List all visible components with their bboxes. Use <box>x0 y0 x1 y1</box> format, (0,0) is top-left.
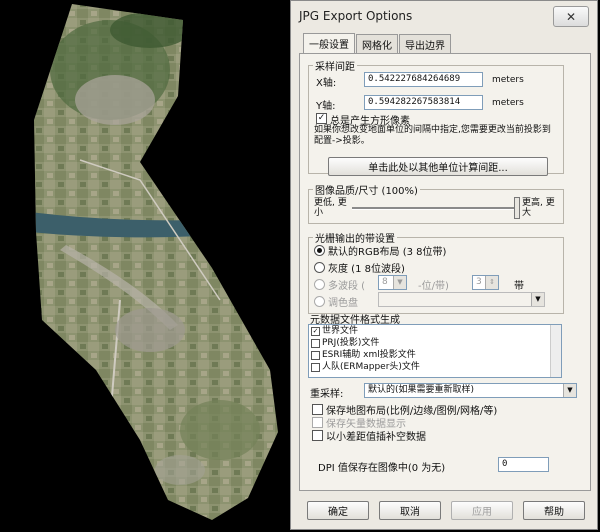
band-count-value: 3 <box>476 277 482 287</box>
metadata-file-list[interactable]: ✓ 世界文件 PRJ(投影)文件 ESRI辅助 xml投影文件 人队(ERMap… <box>308 324 562 378</box>
list-item[interactable]: ESRI辅助 xml投影文件 <box>309 349 561 361</box>
spinner-arrows-icon: ⇕ <box>485 276 498 289</box>
resample-select[interactable]: 默认的(如果需要重新取样) ▼ <box>364 383 577 398</box>
list-item-label: ESRI辅助 xml投影文件 <box>322 350 416 360</box>
cancel-button[interactable]: 取消 <box>379 501 441 520</box>
help-button[interactable]: 帮助 <box>523 501 585 520</box>
list-item-label: 世界文件 <box>322 326 359 336</box>
chevron-down-icon: ▼ <box>393 276 406 289</box>
radio-grayscale-label: 灰度 (1 8位波段) <box>328 264 405 275</box>
imagery-footprint <box>34 4 278 520</box>
dpi-input[interactable]: 0 <box>498 457 549 472</box>
world-file-checkbox[interactable]: ✓ <box>311 326 320 336</box>
list-item-label: PRJ(投影)文件 <box>322 338 380 348</box>
save-map-layout-checkbox[interactable] <box>312 404 323 415</box>
fill-gaps-label: 以小差距值插补空数据 <box>326 432 426 443</box>
radio-multiband-label: 多波段 ( <box>328 281 366 292</box>
fill-gaps-checkbox[interactable] <box>312 430 323 441</box>
quality-slider-track <box>352 207 516 210</box>
quality-legend: 图像品质/尺寸 (100%) <box>315 186 418 197</box>
tab-general[interactable]: 一般设置 <box>303 33 355 55</box>
apply-button[interactable]: 应用 <box>451 501 513 520</box>
radio-palette[interactable] <box>314 296 325 307</box>
list-item[interactable]: 人队(ERMapper头)文件 <box>309 361 561 373</box>
jpg-export-options-dialog: JPG Export Options ✕ 一般设置 网格化 导出边界 采样间距 … <box>290 0 598 530</box>
ok-button[interactable]: 确定 <box>307 501 369 520</box>
ermapper-header-checkbox[interactable] <box>311 362 320 372</box>
x-spacing-unit: meters <box>492 75 524 85</box>
bits-per-band-value: 8 <box>382 277 388 287</box>
resample-value: 默认的(如果需要重新取样) <box>368 385 475 395</box>
y-spacing-unit: meters <box>492 98 524 108</box>
radio-grayscale[interactable] <box>314 262 325 273</box>
band-count-spinner[interactable]: 3 ⇕ <box>472 275 499 290</box>
chevron-down-icon: ▼ <box>531 293 544 306</box>
y-spacing-input[interactable]: 0.594282267583814 <box>364 95 483 110</box>
close-icon: ✕ <box>565 9 577 24</box>
square-pixels-checkbox[interactable]: ✓ <box>316 113 327 124</box>
dpi-label: DPI 值保存在图像中(0 为无) <box>318 463 446 474</box>
palette-select[interactable]: ▼ <box>378 292 545 307</box>
radio-multiband[interactable] <box>314 279 325 290</box>
list-item[interactable]: ✓ 世界文件 <box>309 325 561 337</box>
resample-label: 重采样: <box>310 389 344 400</box>
map-preview <box>34 4 278 520</box>
title-bar: JPG Export Options <box>291 1 597 31</box>
close-button[interactable]: ✕ <box>553 6 589 27</box>
esri-aux-checkbox[interactable] <box>311 350 320 360</box>
sample-spacing-legend: 采样间距 <box>315 62 355 73</box>
list-item[interactable]: PRJ(投影)文件 <box>309 337 561 349</box>
list-item-label: 人队(ERMapper头)文件 <box>322 362 420 372</box>
tab-panel-general: 采样间距 X轴: 0.542227684264689 meters Y轴: 0.… <box>299 53 591 491</box>
window-title: JPG Export Options <box>299 9 413 23</box>
chevron-down-icon: ▼ <box>563 384 576 397</box>
x-spacing-input[interactable]: 0.542227684264689 <box>364 72 483 87</box>
x-spacing-label: X轴: <box>316 78 337 89</box>
bits-per-band-select[interactable]: 8 ▼ <box>378 275 407 290</box>
y-spacing-label: Y轴: <box>316 101 336 112</box>
radio-palette-label: 调色盘 <box>328 298 358 309</box>
quality-slider-thumb[interactable] <box>514 197 520 219</box>
radio-rgb[interactable] <box>314 245 325 256</box>
bits-per-band-suffix: -位/带) <box>418 281 449 292</box>
radio-rgb-label: 默认的RGB布局 (3 8位带) <box>328 247 447 258</box>
quality-low-label: 更低, 更小 <box>314 198 347 218</box>
prj-file-checkbox[interactable] <box>311 338 320 348</box>
quality-high-label: 更高, 更大 <box>522 198 555 218</box>
calc-spacing-button[interactable]: 单击此处以其他单位计算间距... <box>328 157 548 176</box>
save-vector-display-checkbox[interactable] <box>312 417 323 428</box>
satellite-image <box>0 0 290 532</box>
band-count-suffix: 带 <box>514 281 524 292</box>
list-scrollbar[interactable] <box>550 325 561 377</box>
spacing-note: 如果你想改变地面单位的间隔中指定,您需要更改当前投影到配置->投影。 <box>314 125 551 146</box>
